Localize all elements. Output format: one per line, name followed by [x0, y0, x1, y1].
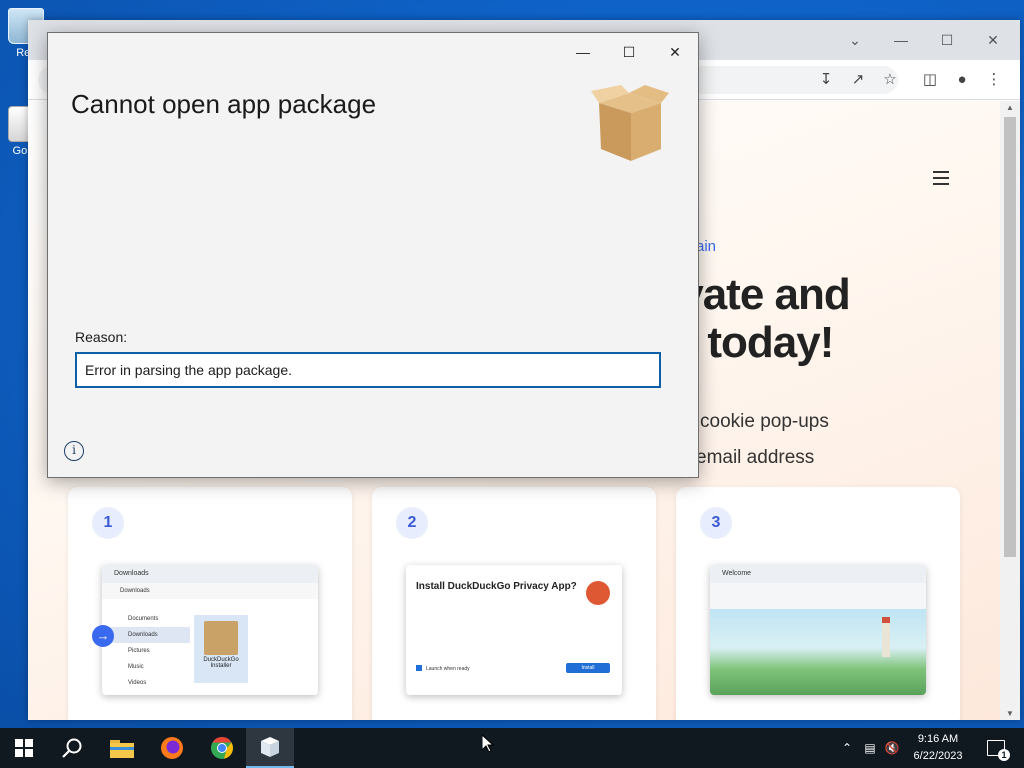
mini-sidebar-item: Music — [128, 664, 144, 670]
share-icon[interactable]: ↗ — [848, 70, 868, 90]
checkbox-icon — [416, 665, 422, 671]
mini-install-button: Install — [566, 663, 610, 673]
step-card-3: 3 Welcome — [676, 487, 960, 720]
notification-badge: 1 — [998, 749, 1010, 761]
package-box-icon — [591, 85, 669, 161]
browser-maximize-button[interactable]: ☐ — [924, 26, 970, 54]
chrome-icon — [211, 737, 233, 759]
scroll-down-icon[interactable]: ▼ — [1000, 709, 1020, 718]
dialog-minimize-button[interactable]: — — [560, 37, 606, 67]
mini-sidebar-item: Pictures — [128, 648, 150, 654]
step-card-2: 2 Install DuckDuckGo Privacy App? ​ Laun… — [372, 487, 656, 720]
dialog-title: Cannot open app package — [71, 89, 377, 119]
folder-icon — [110, 740, 134, 758]
info-icon[interactable]: i — [64, 441, 84, 461]
search-icon — [62, 738, 82, 758]
mini-file-tile: DuckDuckGo Installer — [194, 615, 248, 683]
browser-close-button[interactable]: ✕ — [970, 26, 1016, 54]
notification-icon: 1 — [987, 740, 1010, 761]
volume-muted-icon[interactable]: 🔇 — [882, 728, 902, 768]
tray-overflow-chevron-icon[interactable]: ⌃ — [838, 728, 856, 768]
step-number: 1 — [92, 507, 124, 539]
package-icon — [261, 737, 279, 757]
bookmark-star-icon[interactable]: ☆ — [880, 70, 900, 90]
mouse-cursor-icon — [482, 735, 494, 753]
mini-sidebar-item: Documents — [128, 616, 159, 622]
browser-minimize-button[interactable]: — — [878, 26, 924, 54]
start-button[interactable] — [0, 728, 48, 768]
explorer-screenshot: Downloads Downloads Documents Downloads … — [102, 565, 318, 695]
step-card-1: 1 Downloads Downloads Documents Download… — [68, 487, 352, 720]
scroll-up-icon[interactable]: ▲ — [1000, 103, 1020, 112]
mini-toolbar — [710, 583, 926, 609]
reason-label: Reason: — [75, 329, 128, 345]
scrollbar-thumb[interactable] — [1004, 117, 1016, 557]
reason-field[interactable]: Error in parsing the app package. — [75, 352, 661, 388]
profile-avatar-icon[interactable]: ● — [952, 70, 972, 90]
feature-line-1: cookie pop-ups — [700, 411, 829, 432]
tab-search-chevron-icon[interactable]: ⌄ — [832, 26, 878, 54]
app-installer-dialog: — ☐ ✕ Cannot open app package Reason: Er… — [47, 32, 699, 478]
network-icon[interactable]: ▤ — [860, 728, 880, 768]
clock-time: 9:16 AM — [917, 733, 959, 745]
install-app-icon[interactable]: ↧ — [816, 70, 836, 90]
welcome-screenshot: Welcome — [710, 565, 926, 695]
hero-line-2: r today! — [680, 318, 834, 367]
duckduckgo-logo-icon — [586, 581, 610, 605]
clock-date: 6/22/2023 — [913, 750, 963, 762]
mini-sidebar-item: Videos — [128, 680, 147, 686]
windows-logo-icon — [15, 739, 33, 757]
step-number: 3 — [700, 507, 732, 539]
feature-line-2: email address — [696, 447, 815, 468]
clock[interactable]: 9:16 AM 6/22/2023 — [905, 731, 971, 765]
hamburger-menu-icon[interactable] — [933, 171, 949, 185]
arrow-right-icon: → — [92, 625, 114, 647]
side-panel-icon[interactable]: ◫ — [920, 70, 940, 90]
menu-kebab-icon[interactable]: ⋮ — [984, 70, 1004, 90]
step-number: 2 — [396, 507, 428, 539]
mini-path: Downloads — [102, 583, 318, 599]
page-scrollbar[interactable]: ▲ ▼ — [1000, 101, 1020, 720]
app-installer-taskbar-button[interactable] — [246, 728, 294, 768]
search-button[interactable] — [48, 728, 96, 768]
chrome-button[interactable] — [198, 728, 246, 768]
lighthouse-icon — [882, 617, 890, 657]
firefox-button[interactable] — [148, 728, 196, 768]
mini-sidebar-item: Downloads — [110, 627, 190, 643]
notification-center-button[interactable]: 1 — [978, 728, 1014, 768]
landscape-illustration — [710, 609, 926, 695]
firefox-icon — [161, 737, 183, 759]
file-explorer-button[interactable] — [98, 728, 146, 768]
hero-link[interactable]: ain — [696, 238, 716, 255]
taskbar: ⌃ ▤ 🔇 9:16 AM 6/22/2023 1 — [0, 728, 1024, 768]
mini-tab: Downloads — [102, 565, 318, 583]
installer-screenshot: Install DuckDuckGo Privacy App? ​ Launch… — [406, 565, 622, 695]
dialog-close-button[interactable]: ✕ — [652, 37, 698, 67]
dialog-maximize-button[interactable]: ☐ — [606, 37, 652, 67]
package-icon — [204, 621, 238, 655]
mini-tab: Welcome — [710, 565, 926, 583]
